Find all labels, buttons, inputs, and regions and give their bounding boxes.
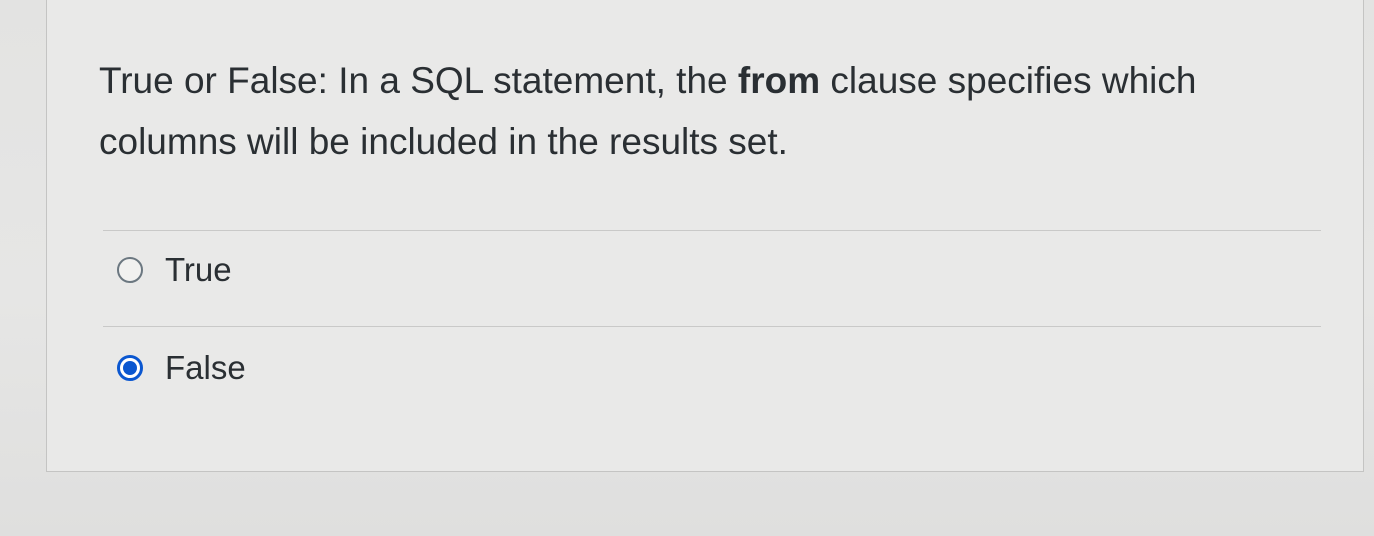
answer-label-true[interactable]: True <box>165 250 232 290</box>
question-text-part: True or False: In a SQL statement, the <box>99 60 738 101</box>
radio-button-false[interactable] <box>117 355 143 381</box>
question-text-part: clause specifies which <box>820 60 1197 101</box>
answer-option-false[interactable]: False <box>117 348 246 388</box>
answer-option-true[interactable]: True <box>117 250 232 290</box>
answer-divider <box>103 230 1321 231</box>
radio-button-true[interactable] <box>117 257 143 283</box>
answer-divider <box>103 326 1321 327</box>
question-card: True or False: In a SQL statement, the f… <box>46 0 1364 472</box>
question-bold-keyword: from <box>737 60 821 101</box>
question-text-line2: columns will be included in the results … <box>99 121 788 162</box>
answer-label-false[interactable]: False <box>165 348 246 388</box>
question-text: True or False: In a SQL statement, the f… <box>99 50 1299 172</box>
